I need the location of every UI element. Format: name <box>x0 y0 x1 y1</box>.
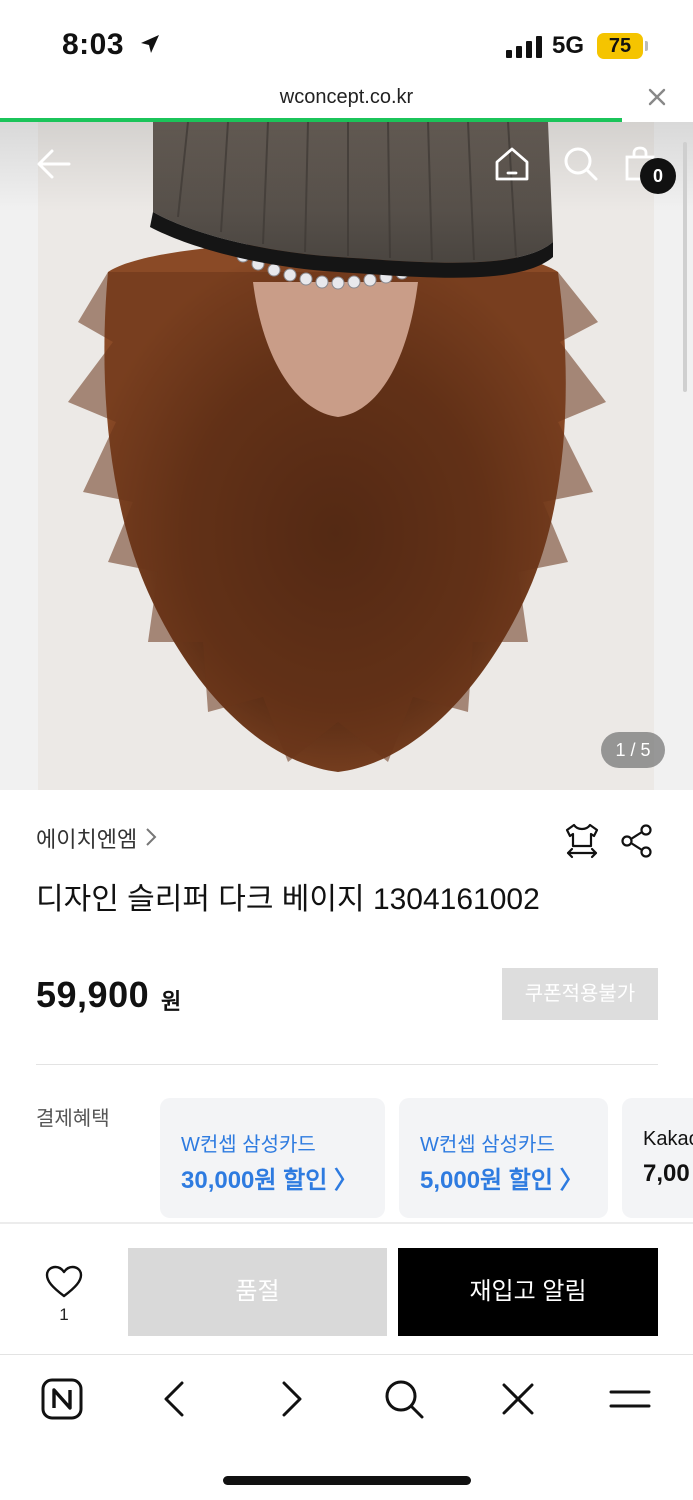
product-image-gallery[interactable]: 0 1 / 5 <box>0 122 693 790</box>
product-title: 디자인 슬리퍼 다크 베이지 1304161002 <box>36 883 540 916</box>
currency-unit: 원 <box>161 989 182 1014</box>
benefit-discount: 5,000원 할인 〉 <box>420 1167 584 1194</box>
browser-close-icon[interactable] <box>496 1377 540 1421</box>
product-price: 59,900 <box>36 974 150 1015</box>
close-icon[interactable] <box>646 86 668 108</box>
like-count: 1 <box>59 1305 69 1324</box>
chevron-right-icon[interactable] <box>144 826 158 848</box>
back-arrow-icon[interactable] <box>36 148 72 180</box>
location-arrow-icon <box>141 35 159 53</box>
page-scrollbar[interactable] <box>683 142 687 392</box>
home-indicator[interactable] <box>223 1476 471 1485</box>
benefit-discount: 30,000원 할인 〉 <box>181 1167 358 1194</box>
status-bar: 8:03 5G 75 <box>0 0 693 90</box>
divider <box>0 1222 693 1224</box>
product-photo <box>38 122 654 790</box>
browser-forward-icon[interactable] <box>268 1377 312 1421</box>
cart-count-badge[interactable]: 0 <box>640 158 676 194</box>
coupon-unavailable-button[interactable]: 쿠폰적용불가 <box>502 968 658 1020</box>
browser-search-icon[interactable] <box>382 1377 426 1421</box>
payment-benefits-label: 결제혜택 <box>36 1108 110 1130</box>
signal-icon <box>506 36 542 58</box>
benefit-card[interactable]: W컨셉 삼성카드 5,000원 할인 〉 <box>399 1098 608 1218</box>
brand-link[interactable]: 에이치엔엠 <box>36 822 137 854</box>
sold-out-button[interactable]: 품절 <box>128 1248 387 1336</box>
benefit-card[interactable]: Kakao 7,00 <box>622 1098 693 1218</box>
battery-tip <box>645 41 648 51</box>
divider <box>36 1064 658 1065</box>
network-type: 5G <box>552 32 585 59</box>
benefit-card-name: Kakao <box>643 1128 693 1150</box>
benefit-card-name: W컨셉 삼성카드 <box>181 1134 316 1156</box>
benefit-card[interactable]: W컨셉 삼성카드 30,000원 할인 〉 <box>160 1098 385 1218</box>
status-time: 8:03 <box>62 28 125 61</box>
size-guide-icon[interactable] <box>563 822 601 860</box>
browser-url-bar[interactable]: wconcept.co.kr <box>0 80 693 120</box>
image-counter: 1 / 5 <box>601 732 665 768</box>
restock-alert-button[interactable]: 재입고 알림 <box>398 1248 658 1336</box>
naver-home-icon[interactable] <box>40 1377 84 1421</box>
search-icon[interactable] <box>563 146 599 182</box>
menu-icon[interactable] <box>608 1377 652 1421</box>
benefit-card-name: W컨셉 삼성카드 <box>420 1134 555 1156</box>
home-icon[interactable] <box>494 146 530 182</box>
battery-indicator: 75 <box>597 33 643 59</box>
share-icon[interactable] <box>620 824 654 858</box>
browser-back-icon[interactable] <box>154 1377 198 1421</box>
heart-icon[interactable] <box>44 1265 84 1299</box>
url-text[interactable]: wconcept.co.kr <box>0 86 693 109</box>
benefit-discount: 7,00 <box>643 1160 690 1187</box>
